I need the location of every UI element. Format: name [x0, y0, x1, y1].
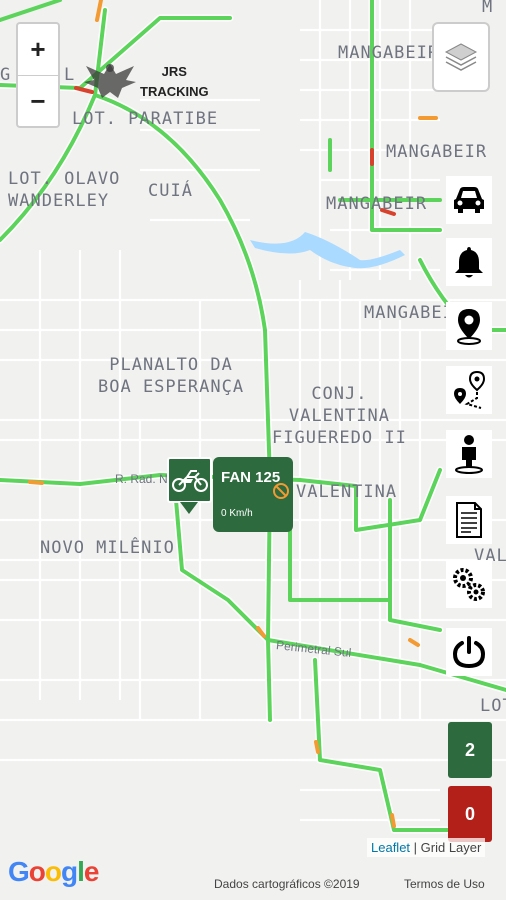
brand-logo — [80, 56, 140, 111]
map-label-valentina: VALENTINA — [296, 482, 398, 502]
location-pin-icon — [457, 309, 481, 345]
route-icon — [454, 370, 486, 409]
map-label-l: L — [64, 65, 76, 85]
map-data-credit: Dados cartográficos ©2019 — [214, 877, 360, 891]
map-label-conj-valentina: CONJ. VALENTINA FIGUEREDO II — [272, 384, 407, 448]
offline-count-badge[interactable]: 0 — [448, 786, 492, 842]
document-icon — [456, 502, 482, 538]
vehicle-speed: 0 Km/h — [221, 508, 253, 519]
settings-button[interactable] — [446, 560, 492, 608]
layers-button[interactable] — [432, 22, 490, 92]
leaflet-link[interactable]: Leaflet — [371, 840, 410, 855]
location-button[interactable] — [446, 302, 492, 350]
brand-name: JRS TRACKING — [140, 62, 209, 102]
map-canvas[interactable] — [0, 0, 506, 900]
map-label-lot-olavo: LOT. OLAVO WANDERLEY — [8, 169, 121, 211]
zoom-control: + − — [16, 22, 60, 128]
map-label-lot: LOT — [480, 696, 506, 716]
map-label-m: M — [482, 0, 494, 17]
bell-icon — [455, 247, 483, 278]
map-label-mangabeira-4: MANGABEI — [364, 303, 454, 323]
online-count-badge[interactable]: 2 — [448, 722, 492, 778]
eagle-logo-icon — [84, 64, 136, 98]
ignition-off-icon — [272, 482, 290, 505]
map-label-lot-paratibe: LOT. PARATIBE — [72, 109, 219, 129]
river — [250, 232, 405, 269]
map-label-planalto: PLANALTO DA BOA ESPERANÇA — [98, 355, 245, 397]
road-label-rad: R. Rad. N — [115, 472, 168, 486]
vehicle-marker[interactable] — [167, 457, 212, 503]
map-label-g: G — [0, 65, 12, 85]
reports-button[interactable] — [446, 496, 492, 544]
map-attribution: Leaflet | Grid Layer — [367, 838, 486, 857]
vehicles-button[interactable] — [446, 176, 492, 224]
map-label-cuia: CUIÁ — [148, 181, 193, 201]
driver-button[interactable] — [446, 430, 492, 478]
power-icon — [452, 636, 486, 669]
brand-name-line1: JRS — [161, 64, 187, 79]
google-logo[interactable]: Google — [8, 856, 99, 888]
terms-link[interactable]: Termos de Uso — [404, 877, 485, 891]
gears-icon — [453, 568, 485, 601]
attribution-separator: | — [410, 840, 421, 855]
map-label-mangabeira-2: MANGABEIR — [386, 142, 488, 162]
vehicle-marker-pointer — [180, 502, 198, 514]
zoom-out-button[interactable]: − — [18, 76, 58, 127]
routes-button[interactable] — [446, 366, 492, 414]
alerts-button[interactable] — [446, 238, 492, 286]
map-label-novo-milenio: NOVO MILÊNIO — [40, 538, 175, 558]
layers-icon — [444, 43, 478, 71]
zoom-in-button[interactable]: + — [18, 24, 58, 76]
logout-button[interactable] — [446, 628, 492, 676]
grid-layer-label: Grid Layer — [420, 840, 482, 855]
person-pin-icon — [455, 435, 483, 474]
car-icon — [454, 187, 484, 213]
motorcycle-icon — [171, 470, 208, 492]
map-label-mangabeira-3: MANGABEIR — [326, 194, 428, 214]
brand-name-line2: TRACKING — [140, 84, 209, 99]
